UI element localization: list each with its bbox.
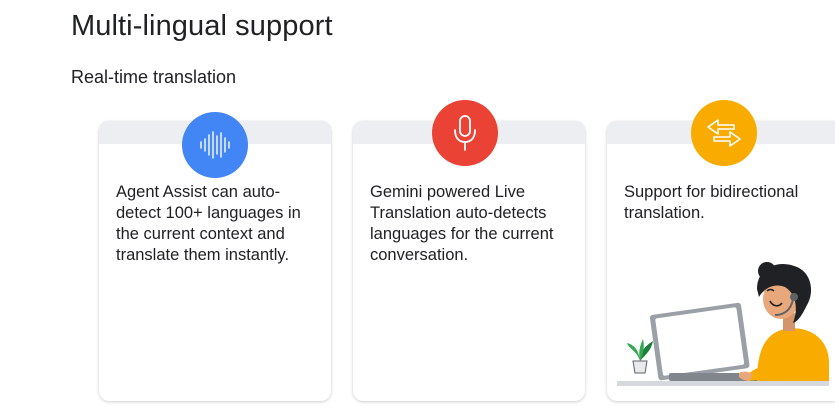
section-subtitle: Real-time translation	[71, 67, 237, 87]
swap-arrows-icon	[691, 100, 757, 166]
feature-card-text: Agent Assist can auto-detect 100+ langua…	[116, 183, 301, 264]
feature-card-text: Support for bidirectional translation.	[624, 183, 799, 222]
feature-card-text: Gemini powered Live Translation auto-det…	[370, 183, 554, 264]
page-title: Multi-lingual support	[71, 10, 333, 42]
agent-at-laptop-illustration	[617, 262, 829, 386]
audio-waveform-icon	[182, 112, 248, 178]
microphone-icon	[432, 100, 498, 166]
